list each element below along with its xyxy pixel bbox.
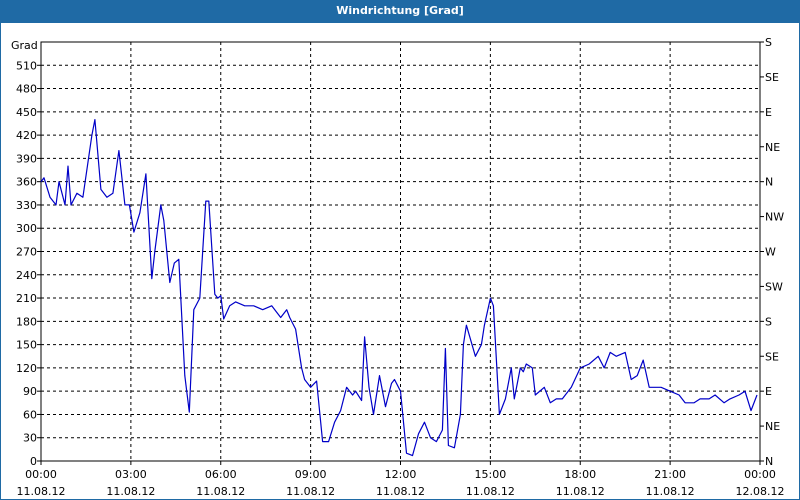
compass-tick-label: E [765, 106, 772, 119]
compass-tick-label: S [765, 36, 772, 49]
x-tick-date-label: 11.08.12 [196, 485, 245, 498]
y-tick-label: 390 [16, 152, 37, 165]
y-tick-label: 240 [16, 269, 37, 282]
wind-direction-series-line [40, 118, 758, 457]
y-tick-label: 480 [16, 83, 37, 96]
x-tick-date-label: 11.08.12 [376, 485, 425, 498]
y-tick-label: 150 [16, 339, 37, 352]
x-tick-time-label: 03:00 [115, 468, 147, 481]
compass-tick-label: W [765, 246, 776, 259]
y-tick-label: 180 [16, 315, 37, 328]
compass-tick-label: SW [765, 280, 783, 293]
y-tick-label: 0 [30, 455, 37, 468]
compass-tick-label: E [765, 385, 772, 398]
y-tick-label: 270 [16, 246, 37, 259]
x-tick-date-label: 11.08.12 [646, 485, 695, 498]
compass-tick-label: S [765, 315, 772, 328]
x-tick-date-label: 12.08.12 [736, 485, 785, 498]
y-tick-label: 90 [23, 385, 37, 398]
x-tick-time-label: 09:00 [295, 468, 327, 481]
compass-tick-label: NW [765, 211, 784, 224]
y-axis-label: Grad [11, 39, 38, 52]
compass-tick-label: NE [765, 420, 780, 433]
wind-direction-chart: 0 30 60 90 120 150 180 210 240 270 300 330 360 390 420… [11, 36, 785, 498]
compass-tick-label: NE [765, 141, 780, 154]
y-tick-label: 120 [16, 362, 37, 375]
x-tick-date-label: 11.08.12 [286, 485, 335, 498]
y-tick-label: 300 [16, 222, 37, 235]
x-tick-time-label: 21:00 [654, 468, 686, 481]
y-tick-label: 450 [16, 106, 37, 119]
y-tick-label: 360 [16, 176, 37, 189]
x-tick-date-label: 11.08.12 [17, 485, 66, 498]
y-tick-label: 330 [16, 199, 37, 212]
y-tick-label: 510 [16, 59, 37, 72]
x-tick-time-label: 12:00 [385, 468, 417, 481]
x-tick-time-label: 15:00 [475, 468, 507, 481]
x-tick-time-label: 00:00 [25, 468, 57, 481]
compass-tick-label: N [765, 176, 773, 189]
y-tick-label: 60 [23, 408, 37, 421]
x-tick-date-label: 11.08.12 [106, 485, 155, 498]
y-tick-label: 30 [23, 432, 37, 445]
compass-tick-label: SE [765, 71, 779, 84]
x-tick-time-label: 18:00 [564, 468, 596, 481]
y-tick-label: 210 [16, 292, 37, 305]
x-tick-time-label: 06:00 [205, 468, 237, 481]
x-tick-time-label: 00:00 [744, 468, 776, 481]
compass-tick-label: N [765, 455, 773, 468]
x-tick-date-label: 11.08.12 [466, 485, 515, 498]
x-tick-date-label: 11.08.12 [556, 485, 605, 498]
y-tick-label: 420 [16, 129, 37, 142]
compass-tick-label: SE [765, 350, 779, 363]
